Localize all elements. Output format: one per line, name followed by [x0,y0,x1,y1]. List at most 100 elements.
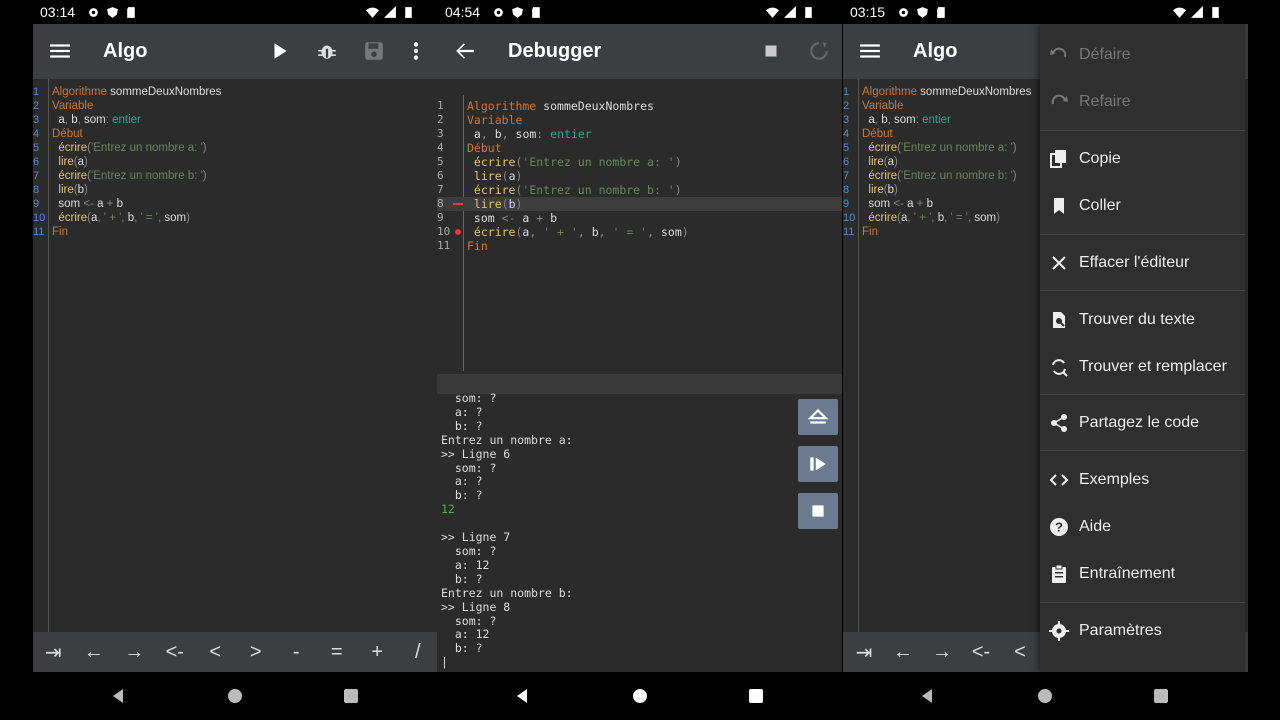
menu-divider [1040,450,1245,451]
symbol-key[interactable]: ⇥ [36,640,70,665]
code-line: 3 a, b, som: entier [437,127,842,141]
app-title: Algo [913,40,958,62]
save-icon[interactable] [363,40,385,62]
symbol-key[interactable]: → [117,641,151,664]
code-line: 9 som <- a + b [437,211,842,225]
console-line: som: ? [441,460,497,475]
console-line: som: ? [441,543,497,558]
console-line: Entrez un nombre a: [441,432,573,447]
menu-item[interactable]: Effacer l'éditeur [1040,240,1245,286]
console-line: >> Ligne 6 [441,446,511,461]
symbol-key[interactable]: ← [886,641,920,664]
overflow-menu-icon[interactable] [405,40,427,62]
stop-icon[interactable] [760,40,782,62]
code-text: écrire('Entrez un nombre a: ') [467,155,682,169]
code-line: 6 lire(a) [437,169,842,183]
menu-item-label: Copie [1079,150,1121,167]
back-nav-icon[interactable] [919,688,935,704]
back-nav-icon[interactable] [514,688,530,704]
symbol-key[interactable]: → [925,641,959,664]
sd-card-icon [937,6,945,18]
recents-nav-icon[interactable] [748,688,764,704]
step-over-button[interactable] [798,446,838,482]
code-line: 7 écrire('Entrez un nombre b: ') [437,183,842,197]
menu-item[interactable]: Trouver et remplacer [1040,344,1245,390]
line-number: 11 [843,226,855,238]
recents-nav-icon[interactable] [343,688,359,704]
menu-item[interactable]: Paramètres [1040,608,1245,654]
run-icon[interactable] [269,40,291,62]
home-nav-icon[interactable] [1037,688,1053,704]
back-arrow-icon[interactable] [454,40,476,62]
symbol-key[interactable]: <- [158,641,192,664]
home-nav-icon[interactable] [632,688,648,704]
console-line: a: ? [441,474,483,489]
menu-item[interactable]: Entraînement [1040,551,1245,597]
symbol-key[interactable]: ← [77,641,111,664]
symbol-key[interactable]: - [279,641,313,664]
symbol-key[interactable]: = [320,641,354,664]
navigation-bar [0,672,1280,720]
home-nav-icon[interactable] [227,688,243,704]
console-line: b: ? [441,571,483,586]
menu-item[interactable]: Refaire [1040,79,1245,125]
menu-divider [1040,290,1245,291]
gear-icon [89,7,98,17]
menu-item[interactable]: Partagez le code [1040,400,1245,446]
symbol-key[interactable]: + [360,641,394,664]
gear-icon [494,7,503,17]
menu-item-label: Refaire [1079,93,1131,110]
line-number: 11 [437,239,451,252]
recents-nav-icon[interactable] [1153,688,1169,704]
restart-icon[interactable] [808,40,830,62]
code-text: écrire('Entrez un nombre b: ') [52,170,207,182]
breakpoint-dot[interactable] [455,229,461,235]
step-out-button[interactable] [798,399,838,435]
code-text: Fin [467,239,488,253]
line-number: 7 [33,170,40,182]
symbol-key[interactable]: <- [964,641,998,664]
symbol-keybar: ⇥ ← → <- < > - = + / [33,632,438,672]
code-editor[interactable]: 1 Algorithme sommeDeuxNombres 2 Variable 3 a… [33,79,438,632]
code-text: écrire(a, ' + ', b, ' = ', som) [862,212,1000,224]
code-text: Algorithme sommeDeuxNombres [862,86,1032,98]
code-line: 10 écrire(a, ' + ', b, ' = ', som) [437,225,842,239]
symbol-key[interactable]: / [401,641,435,664]
hamburger-menu-icon[interactable] [859,40,881,62]
code-text: lire(b) [52,184,88,196]
code-text: lire(a) [52,156,88,168]
code-text: écrire('Entrez un nombre b: ') [862,170,1017,182]
symbol-key[interactable]: > [239,641,273,664]
undo-icon [1049,45,1069,65]
line-number: 8 [437,197,444,210]
shield-icon [512,6,523,18]
code-line: 8 lire(b) [437,197,842,211]
step-play-icon [810,457,826,471]
menu-item-label: Défaire [1079,46,1131,63]
menu-item[interactable]: Trouver du texte [1040,297,1245,343]
menu-item[interactable]: Exemples [1040,457,1245,503]
svg-text:?: ? [1055,520,1063,535]
line-number: 2 [437,113,444,126]
line-number: 10 [437,225,451,238]
wifi-icon [1173,7,1186,18]
code-text: écrire(a, ' + ', b, ' = ', som) [467,225,689,239]
menu-item[interactable]: ? Aide [1040,504,1245,550]
menu-item[interactable]: Défaire [1040,32,1245,78]
symbol-key[interactable]: ⇥ [847,640,881,665]
line-number: 6 [33,156,40,168]
code-text: Algorithme sommeDeuxNombres [467,99,654,113]
back-nav-icon[interactable] [110,688,126,704]
split-divider[interactable] [437,374,842,394]
line-number: 3 [843,114,850,126]
hamburger-menu-icon[interactable] [49,40,71,62]
stop-button[interactable] [798,493,838,529]
battery-icon [805,6,812,18]
menu-item[interactable]: Coller [1040,183,1245,229]
menu-item[interactable]: Copie [1040,136,1245,182]
symbol-key[interactable]: < [198,641,232,664]
app-title: Debugger [508,40,602,62]
debug-icon[interactable] [316,40,338,62]
symbol-key[interactable]: < [1003,641,1037,664]
